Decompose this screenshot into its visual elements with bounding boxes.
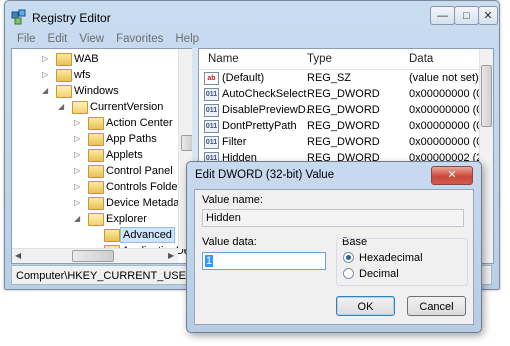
list-item[interactable]: 011 DisablePreviewD... REG_DWORD 0x00000… — [199, 102, 486, 118]
tree-item-label: Applets — [106, 149, 143, 161]
value-name: DisablePreviewD... — [222, 104, 315, 116]
tree-item-label: wfs — [74, 69, 91, 81]
decimal-label: Decimal — [359, 268, 399, 280]
value-data: 0x00000000 (0) — [409, 136, 487, 148]
column-header-type[interactable]: Type — [307, 53, 332, 65]
binary-value-icon: 011 — [204, 104, 219, 117]
registry-app-icon — [11, 9, 26, 25]
folder-icon — [88, 197, 104, 210]
expand-arrow-icon[interactable]: ▷ — [42, 67, 50, 83]
list-item[interactable]: ab (Default) REG_SZ (value not set) — [199, 70, 479, 86]
expand-arrow-icon[interactable]: ▷ — [74, 163, 82, 179]
folder-open-icon — [72, 101, 88, 114]
tree-item-label: WAB — [74, 53, 99, 65]
tree-item-label: Action Center — [106, 117, 173, 129]
maximize-button[interactable]: □ — [454, 6, 479, 25]
value-data: 0x00000000 (0) — [409, 120, 487, 132]
menu-view[interactable]: View — [79, 31, 104, 47]
value-data-input[interactable]: 1 — [202, 252, 326, 270]
radio-unselected-icon[interactable] — [343, 268, 354, 279]
menu-bar: File Edit View Favorites Help — [11, 31, 493, 47]
folder-icon — [88, 149, 104, 162]
folder-icon — [88, 181, 104, 194]
cancel-button[interactable]: Cancel — [407, 296, 466, 316]
column-header-data[interactable]: Data — [409, 53, 433, 65]
dialog-body: Value name: Hidden Value data: 1 Base He… — [194, 189, 474, 325]
tree-item-label: Device Metadata — [106, 197, 189, 209]
menu-help[interactable]: Help — [175, 31, 199, 47]
edit-dword-dialog: Edit DWORD (32-bit) Value ✕ Value name: … — [186, 161, 482, 333]
value-name: AutoCheckSelect — [222, 88, 307, 100]
list-item[interactable]: 011 DontPrettyPath REG_DWORD 0x00000000 … — [199, 118, 486, 134]
minimize-button[interactable]: — — [430, 6, 455, 25]
value-data: (value not set) — [409, 72, 479, 84]
tree-item-label: Controls Folder — [106, 181, 182, 193]
expand-arrow-icon[interactable]: ▷ — [74, 115, 82, 131]
column-header-name[interactable]: Name — [208, 53, 239, 65]
list-item[interactable]: 011 Filter REG_DWORD 0x00000000 (0) — [199, 134, 486, 150]
expand-arrow-icon[interactable]: ▷ — [74, 147, 82, 163]
list-header: Name Type Data — [199, 49, 479, 70]
tree-item-label-selected: Advanced — [120, 227, 175, 243]
expand-arrow-icon[interactable]: ▷ — [74, 195, 82, 211]
menu-file[interactable]: File — [17, 31, 36, 47]
scrollbar-thumb[interactable] — [72, 250, 114, 262]
folder-icon — [88, 165, 104, 178]
expand-arrow-icon[interactable]: ▷ — [42, 51, 50, 67]
menu-edit[interactable]: Edit — [48, 31, 68, 47]
value-data-label: Value data: — [202, 236, 257, 248]
tree-item-label: Explorer — [106, 213, 147, 225]
menu-favorites[interactable]: Favorites — [116, 31, 163, 47]
folder-icon — [88, 117, 104, 130]
binary-value-icon: 011 — [204, 120, 219, 133]
value-name-label: Value name: — [202, 194, 263, 206]
folder-open-icon — [88, 213, 104, 226]
folder-icon — [88, 133, 104, 146]
value-type: REG_SZ — [307, 72, 352, 84]
folder-icon — [104, 229, 120, 242]
collapse-arrow-icon[interactable]: ◢ — [42, 83, 50, 99]
collapse-arrow-icon[interactable]: ◢ — [58, 99, 66, 115]
tree-horizontal-scrollbar[interactable]: ◀ ▶ — [12, 248, 178, 263]
dialog-title: Edit DWORD (32-bit) Value — [195, 169, 335, 181]
value-name: (Default) — [222, 72, 265, 84]
title-bar[interactable]: Registry Editor — □ ✕ — [5, 1, 499, 31]
dialog-close-button[interactable]: ✕ — [431, 166, 473, 185]
scrollbar-thumb[interactable] — [481, 65, 492, 127]
tree-item-label: Control Panel — [106, 165, 173, 177]
value-type: REG_DWORD — [307, 88, 380, 100]
value-data-text: 1 — [205, 255, 214, 267]
binary-value-icon: 011 — [204, 136, 219, 149]
tree-item-label: Windows — [74, 85, 119, 97]
collapse-arrow-icon[interactable]: ◢ — [74, 211, 82, 227]
value-name: DontPrettyPath — [222, 120, 297, 132]
value-name: Filter — [222, 136, 247, 148]
window-title: Registry Editor — [32, 11, 111, 25]
folder-icon — [56, 53, 72, 66]
close-button[interactable]: ✕ — [478, 6, 498, 25]
value-type: REG_DWORD — [307, 104, 380, 116]
base-group: Hexadecimal Decimal — [336, 238, 468, 286]
value-name-field: Hidden — [202, 209, 464, 227]
value-type: REG_DWORD — [307, 120, 380, 132]
binary-value-icon: 011 — [204, 88, 219, 101]
folder-icon — [56, 69, 72, 82]
list-item[interactable]: 011 AutoCheckSelect REG_DWORD 0x00000000… — [199, 86, 486, 102]
value-data: 0x00000000 (0) — [409, 88, 487, 100]
hexadecimal-label: Hexadecimal — [359, 252, 423, 264]
expand-arrow-icon[interactable]: ▷ — [74, 131, 82, 147]
scroll-left-icon[interactable]: ◀ — [15, 251, 21, 260]
string-value-icon: ab — [204, 72, 219, 85]
scroll-right-icon[interactable]: ▶ — [168, 251, 174, 260]
tree-item-label: App Paths — [106, 133, 157, 145]
value-type: REG_DWORD — [307, 136, 380, 148]
expand-arrow-icon[interactable]: ▷ — [74, 179, 82, 195]
ok-button[interactable]: OK — [336, 296, 395, 316]
registry-tree[interactable]: ▷ WAB ▷ wfs ◢ Windows ◢ CurrentVersion ▷… — [11, 48, 194, 264]
radio-selected-icon[interactable] — [343, 252, 354, 263]
tree-item-label: CurrentVersion — [90, 101, 164, 113]
folder-open-icon — [56, 85, 72, 98]
value-data: 0x00000000 (0) — [409, 104, 487, 116]
